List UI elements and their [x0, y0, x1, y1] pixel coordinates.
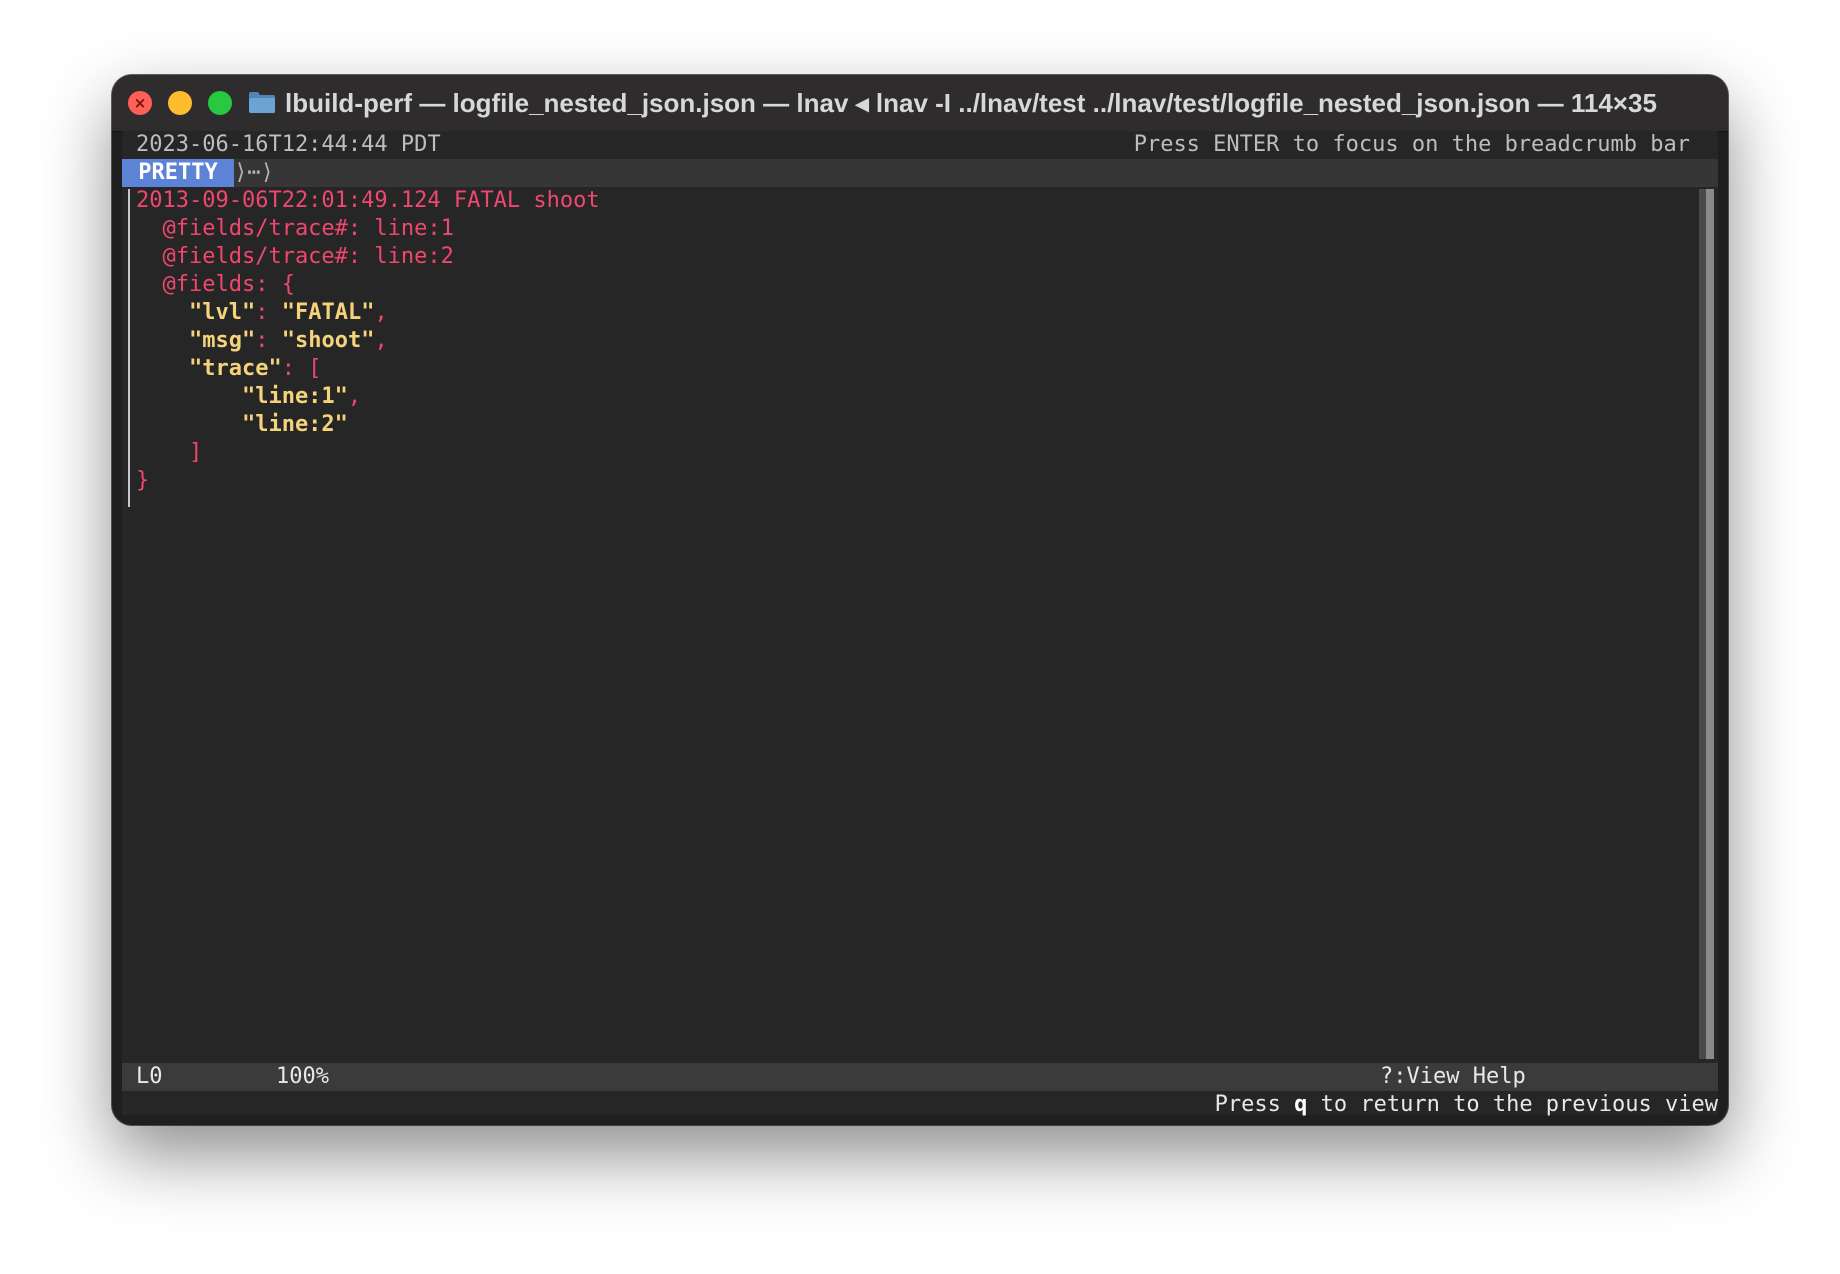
- close-icon: ×: [133, 94, 147, 112]
- folder-icon: [249, 92, 275, 113]
- message-gutter: [128, 189, 130, 507]
- return-hint-key: q: [1294, 1092, 1308, 1117]
- json-key: "trace": [136, 356, 282, 381]
- json-sep: :: [255, 300, 282, 325]
- log-header-line: 2013-09-06T22:01:49.124 FATAL shoot: [136, 188, 600, 213]
- trace-field-2: @fields/trace#: line:2: [136, 244, 454, 269]
- json-array-item-1: "line:1",: [136, 383, 361, 411]
- view-help-hint[interactable]: ?:View Help: [1380, 1063, 1526, 1091]
- scroll-percent: 100%: [276, 1064, 329, 1089]
- terminal-content[interactable]: 2023-06-16T12:44:44 PDT Press ENTER to f…: [122, 131, 1718, 1117]
- json-object-close: }: [136, 468, 150, 493]
- json-sep: :: [255, 328, 282, 353]
- json-array-item-2: "line:2": [136, 412, 348, 437]
- json-key: "msg": [136, 328, 256, 353]
- json-key: "lvl": [136, 300, 256, 325]
- breadcrumb-hint: Press ENTER to focus on the breadcrumb b…: [1133, 132, 1690, 157]
- return-hint-post: to return to the previous view: [1307, 1092, 1718, 1117]
- terminal-window: × lbuild-perf — logfile_nested_json.json…: [112, 75, 1728, 1125]
- trace-field-1: @fields/trace#: line:1: [136, 216, 454, 241]
- clock: 2023-06-16T12:44:44 PDT: [136, 132, 441, 157]
- json-array-close: ]: [136, 440, 203, 465]
- title-bar[interactable]: × lbuild-perf — logfile_nested_json.json…: [112, 75, 1728, 132]
- close-button[interactable]: ×: [128, 91, 152, 115]
- fields-open: @fields: {: [136, 272, 295, 297]
- return-hint: Press q to return to the previous view: [1215, 1091, 1718, 1119]
- json-value: "FATAL": [281, 300, 375, 325]
- scrollbar-thumb[interactable]: [1706, 189, 1714, 1059]
- breadcrumb-view-pretty[interactable]: PRETTY: [122, 159, 234, 187]
- json-comma: ,: [347, 384, 362, 409]
- json-comma: ,: [374, 328, 388, 353]
- return-hint-pre: Press: [1214, 1092, 1295, 1117]
- json-comma: ,: [374, 300, 388, 325]
- breadcrumb[interactable]: PRETTY ⟩⋯⟩: [122, 159, 1718, 187]
- json-array-open: : [: [281, 356, 322, 381]
- json-trace-line: "trace": [: [136, 355, 321, 383]
- window-title: lbuild-perf — logfile_nested_json.json —…: [285, 88, 1657, 118]
- minimize-button[interactable]: [168, 91, 192, 115]
- json-msg-line: "msg": "shoot",: [136, 327, 388, 355]
- json-value: "shoot": [281, 328, 375, 353]
- maximize-button[interactable]: [208, 91, 232, 115]
- status-bar: L0 100% ?:View Help: [122, 1063, 1718, 1091]
- json-value: "line:1": [136, 384, 348, 409]
- breadcrumb-more[interactable]: ⟩⋯⟩: [234, 159, 274, 187]
- line-number: L0: [136, 1064, 163, 1089]
- json-lvl-line: "lvl": "FATAL",: [136, 299, 388, 327]
